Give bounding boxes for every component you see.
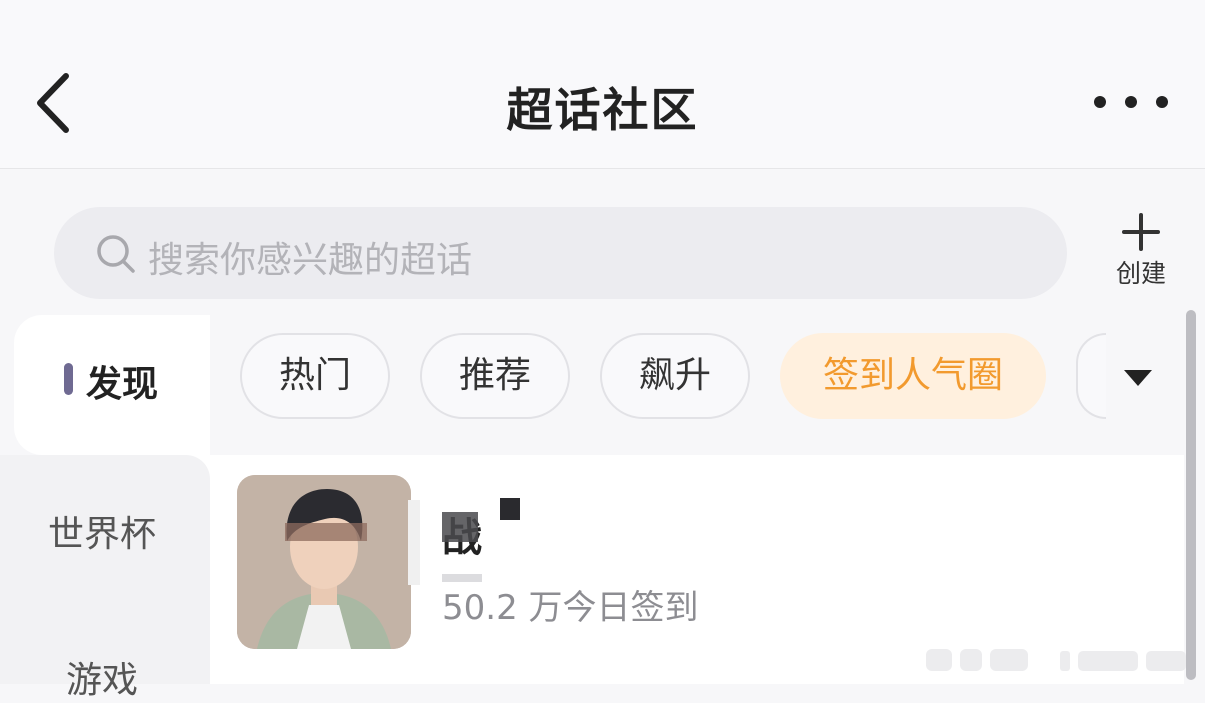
page-title: 超话社区: [506, 83, 699, 137]
more-button[interactable]: [1094, 90, 1168, 114]
category-tabs: 发现 热门 推荐 飙升 签到人气圈: [0, 315, 1185, 455]
chip-checkin-popular[interactable]: 签到人气圈: [780, 333, 1046, 419]
sidebar: 世界杯 游戏: [0, 455, 210, 701]
redaction-block: [442, 512, 478, 542]
search-placeholder: 搜索你感兴趣的超话: [148, 240, 473, 281]
redaction-block: [500, 498, 520, 520]
chip-rising[interactable]: 飙升: [600, 333, 750, 419]
sidebar-item-discover[interactable]: 发现: [14, 315, 210, 455]
scrollbar[interactable]: [1186, 310, 1196, 680]
redaction-block: [408, 500, 420, 585]
chip-recommended[interactable]: 推荐: [420, 333, 570, 419]
person-photo: [237, 475, 411, 649]
topic-checkin-count: 50.2 万今日签到: [442, 588, 699, 628]
sidebar-item-world-cup[interactable]: 世界杯: [48, 505, 156, 557]
create-button[interactable]: 创建: [1108, 212, 1174, 292]
create-label: 创建: [1115, 259, 1166, 288]
search-icon: [97, 235, 135, 273]
more-horizontal-icon: [1094, 96, 1106, 108]
caret-down-icon[interactable]: [1122, 367, 1154, 389]
sidebar-item-games[interactable]: 游戏: [66, 651, 138, 703]
watermark: [926, 649, 1186, 671]
discover-label: 发现: [86, 364, 159, 405]
top-nav-bar: 超话社区: [0, 0, 1205, 169]
redaction-block: [442, 574, 482, 582]
search-input[interactable]: 搜索你感兴趣的超话: [54, 207, 1067, 299]
chip-hot[interactable]: 热门: [240, 333, 390, 419]
topic-avatar[interactable]: [237, 475, 411, 649]
selected-indicator: [64, 363, 73, 395]
chip-next-partial[interactable]: [1076, 333, 1106, 419]
plus-icon: [1122, 213, 1160, 251]
